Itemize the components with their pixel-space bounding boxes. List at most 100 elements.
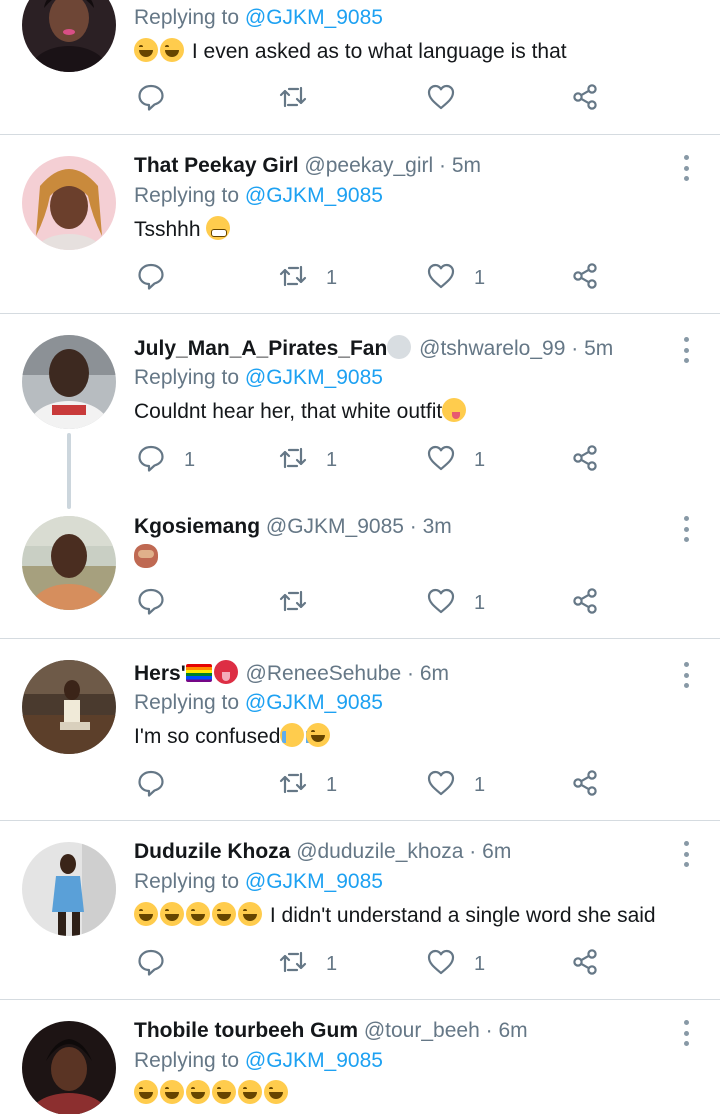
handle[interactable]: @peekay_girl [304,154,433,177]
reply-button[interactable] [136,947,184,981]
tweet-body-text: Couldnt hear her, that white outfit [134,400,443,423]
more-options-button[interactable] [672,660,700,690]
timestamp[interactable]: 5m [452,154,481,177]
like-button[interactable]: 1 [426,768,485,802]
tweet-0[interactable]: Replying to @GJKM_9085 I even asked as t… [0,0,720,134]
reply-button[interactable] [136,768,184,802]
tweet-actions: 11 [0,261,720,295]
heart-icon [426,586,456,621]
grinning-squinting-emoji [160,902,184,926]
retweet-count: 1 [326,448,338,471]
tweet-actions: 1 1 1 [0,443,720,477]
retweet-button[interactable]: 1 [278,768,337,802]
tweet-header: July_Man_A_Pirates_Fan @tshwarelo_99 · 5… [134,335,613,362]
retweet-button[interactable]: 1 [278,947,337,981]
mention-link[interactable]: @GJKM_9085 [245,6,383,29]
heart-icon [426,443,456,478]
tweet-4[interactable]: Hers' @ReneeSehube · 6m Replying to @GJK… [0,660,720,820]
share-icon [570,768,600,803]
reply-button[interactable] [136,586,184,620]
heart-icon [426,947,456,982]
like-button[interactable]: 1 [426,261,485,295]
see-no-evil-monkey-emoji [134,544,158,568]
retweet-button[interactable]: 1 [278,443,337,477]
avatar[interactable] [22,156,116,250]
handle[interactable]: @tour_beeh [364,1019,480,1042]
grinning-squinting-emoji [238,902,262,926]
tweet-actions [0,82,720,116]
timestamp[interactable]: 5m [584,337,613,360]
like-count: 1 [474,773,486,796]
grinning-squinting-emoji [212,1080,236,1104]
mention-link[interactable]: @GJKM_9085 [245,366,383,389]
retweet-button[interactable] [278,82,326,116]
avatar[interactable] [22,842,116,936]
mention-link[interactable]: @GJKM_9085 [245,870,383,893]
tongue-emoji [213,660,238,684]
avatar[interactable] [22,0,116,72]
handle[interactable]: @tshwarelo_99 [419,337,565,360]
handle[interactable]: @duduzile_khoza [296,840,463,863]
timestamp[interactable]: 3m [423,515,452,538]
share-button[interactable] [570,586,600,620]
display-name[interactable]: Thobile tourbeeh Gum [134,1019,358,1042]
skull-and-crossbones-emoji [387,335,412,359]
reply-button[interactable] [136,261,184,295]
display-name[interactable]: Hers' [134,662,186,685]
tweet-text [134,544,160,572]
divider [0,820,720,821]
share-button[interactable] [570,261,600,295]
timestamp[interactable]: 6m [420,662,449,685]
retweet-button[interactable] [278,586,326,620]
timestamp[interactable]: 6m [482,840,511,863]
tweet-5[interactable]: Duduzile Khoza @duduzile_khoza · 6m Repl… [0,839,720,999]
share-button[interactable] [570,82,600,116]
replying-label: Replying to [134,366,240,389]
share-button[interactable] [570,768,600,802]
display-name[interactable]: Kgosiemang [134,515,260,538]
replying-to: Replying to @GJKM_9085 [134,1048,383,1074]
tweet-2[interactable]: July_Man_A_Pirates_Fan @tshwarelo_99 · 5… [0,335,720,509]
tweet-header: Duduzile Khoza @duduzile_khoza · 6m [134,839,511,865]
replying-to: Replying to @GJKM_9085 [134,690,383,716]
loudly-crying-emoji [280,723,311,747]
tweet-3[interactable]: Kgosiemang @GJKM_9085 · 3m 1 [0,514,720,638]
like-button[interactable]: 1 [426,586,485,620]
like-button[interactable]: 1 [426,947,485,981]
tweet-actions: 11 [0,947,720,981]
avatar[interactable] [22,660,116,754]
display-name[interactable]: Duduzile Khoza [134,840,290,863]
like-button[interactable]: 1 [426,443,485,477]
like-button[interactable] [426,82,474,116]
tweet-1[interactable]: That Peekay Girl @peekay_girl · 5m Reply… [0,153,720,313]
retweet-button[interactable]: 1 [278,261,337,295]
more-options-button[interactable] [672,153,700,183]
mention-link[interactable]: @GJKM_9085 [245,691,383,714]
more-options-button[interactable] [672,335,700,365]
reply-button[interactable] [136,82,184,116]
grinning-squinting-emoji [134,902,158,926]
share-button[interactable] [570,443,600,477]
divider [0,313,720,314]
timestamp[interactable]: 6m [498,1019,527,1042]
tweet-6[interactable]: Thobile tourbeeh Gum @tour_beeh · 6m Rep… [0,1018,720,1114]
grimacing-emoji [206,216,231,240]
avatar[interactable] [22,335,116,429]
handle[interactable]: @ReneeSehube [246,662,402,685]
share-button[interactable] [570,947,600,981]
reply-icon [136,768,166,803]
tweet-text: Couldnt hear her, that white outfit [134,398,468,426]
tweet-text: I'm so confused [134,723,332,751]
more-options-button[interactable] [672,1018,700,1048]
handle[interactable]: @GJKM_9085 [266,515,404,538]
tweet-body-text: I even asked as to what language is that [191,40,567,63]
mention-link[interactable]: @GJKM_9085 [245,184,383,207]
reply-button[interactable]: 1 [136,443,195,477]
avatar[interactable] [22,1021,116,1114]
more-options-button[interactable] [672,839,700,869]
display-name[interactable]: July_Man_A_Pirates_Fan [134,337,387,360]
display-name[interactable]: That Peekay Girl [134,154,299,177]
more-options-button[interactable] [672,514,700,544]
mention-link[interactable]: @GJKM_9085 [245,1049,383,1072]
separator: · [571,337,579,360]
